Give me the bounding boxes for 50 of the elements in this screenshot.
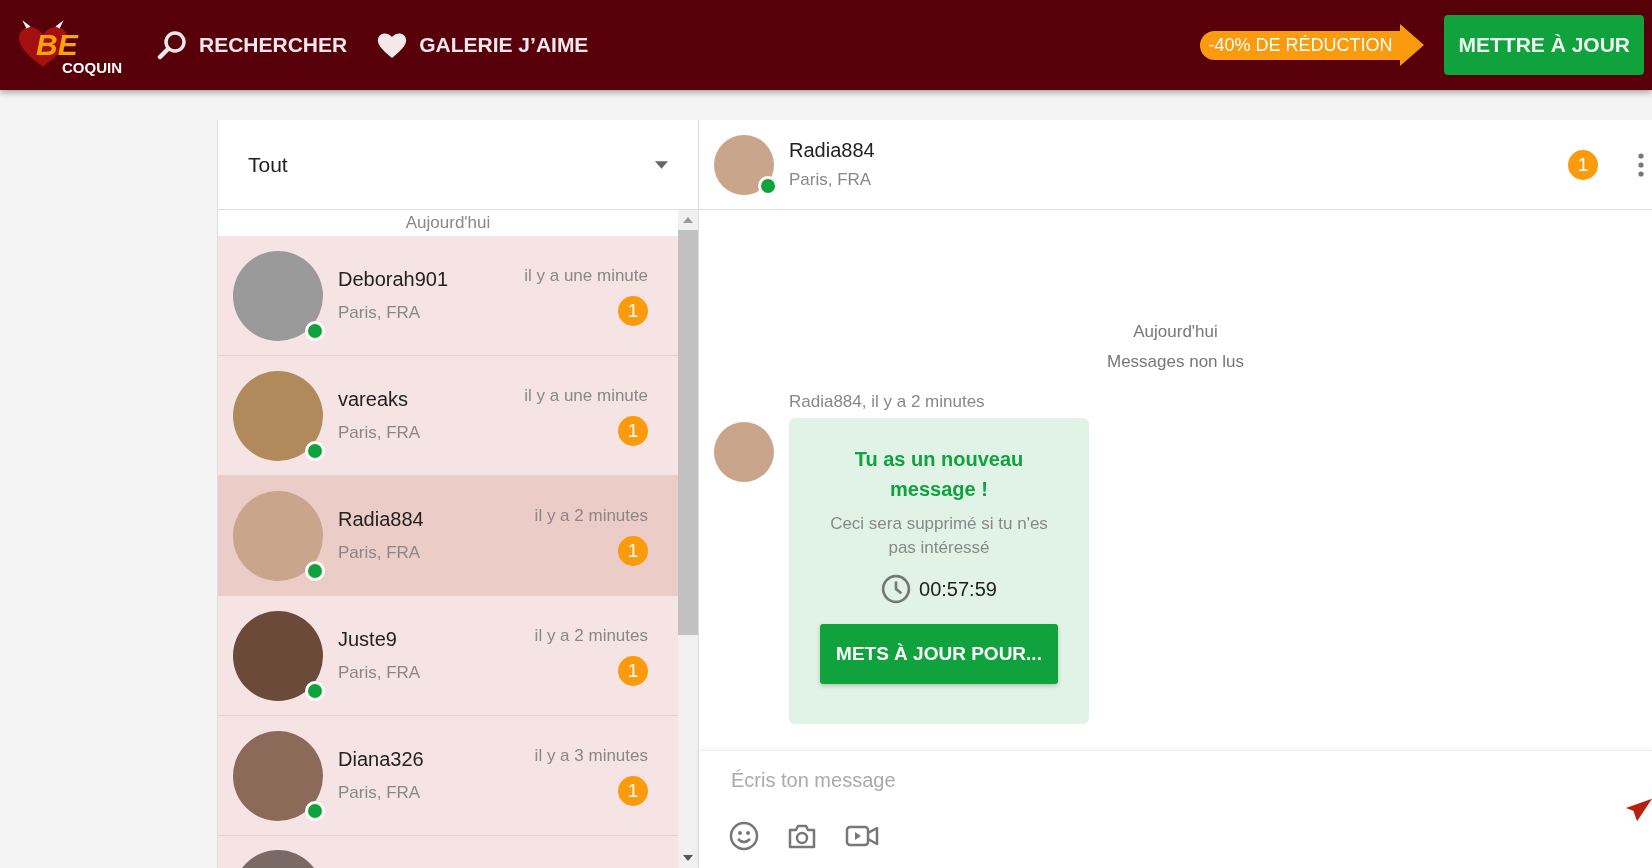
conversation-item[interactable]: Radia884 Paris, FRA il y a 2 minutes 1 (218, 476, 678, 596)
unread-count-badge: 1 (618, 775, 648, 806)
caret-icon (655, 160, 668, 169)
scroll-up-icon[interactable] (683, 217, 693, 223)
message-time: il y a 2 minutes (534, 505, 648, 526)
contact-location: Paris, FRA (338, 543, 422, 563)
contact-name: Deborah901 (338, 268, 449, 291)
contact-name: Diana326 (338, 748, 424, 771)
more-options-icon[interactable] (1638, 152, 1644, 177)
contact-name: Juste9 (338, 628, 398, 651)
unread-count-badge: 1 (618, 535, 648, 566)
contact-location: Paris, FRA (338, 303, 422, 323)
date-label: Aujourd'hui (1132, 322, 1219, 342)
nav-link[interactable]: GALERIE J’AIME (377, 30, 589, 60)
contact-location: Paris, FRA (338, 783, 422, 803)
contact-name: vareaks (338, 388, 410, 411)
message-time: il y a une minute (524, 265, 648, 286)
unread-count-badge: 1 (618, 655, 648, 686)
clock-icon (881, 574, 912, 604)
contact-name: Radia884 (789, 139, 875, 162)
logo-text: BE (36, 30, 78, 60)
message-text: Ceci sera supprimé si tu n'es pas intéressé (829, 513, 1049, 559)
contact-location: Paris, FRA (338, 663, 421, 683)
conversation-item[interactable]: vareaks Paris, FRA il y a une minute 1 (218, 356, 678, 476)
scroll-down-icon[interactable] (683, 855, 693, 861)
conversation-item[interactable]: Juste9 Paris, FRA il y a 2 minutes 1 (218, 596, 678, 716)
message-title: Tu as un nouveau message ! (853, 447, 1025, 502)
filter-dropdown[interactable]: Tout (218, 120, 698, 210)
contact-location: Paris, FRA (338, 423, 421, 443)
date-label: Aujourd'hui (404, 212, 492, 234)
message-meta: Radia884, il y a 2 minutes (789, 392, 986, 412)
emoji-icon[interactable] (729, 821, 759, 851)
contact-name: Radia884 (338, 508, 424, 531)
unread-count-badge: 1 (618, 415, 648, 446)
unread-count-badge: 1 (618, 295, 648, 326)
message-time: il y a 3 minutes (534, 745, 648, 766)
logo-text: COQUIN (62, 60, 122, 75)
unread-count-badge: 1 (1568, 149, 1598, 180)
contact-location: Paris, FRA (789, 170, 873, 190)
unread-divider-label: Messages non lus (1106, 352, 1245, 372)
scrollbar[interactable] (678, 210, 698, 868)
conversation-item[interactable]: Deborah901 Paris, FRA il y a une minute 1 (218, 236, 678, 356)
countdown-timer: 00:57:59 (919, 577, 997, 601)
search-icon (157, 30, 187, 60)
heart-icon (377, 30, 408, 60)
nav-link[interactable]: RECHERCHER (157, 30, 348, 60)
message-time: il y a une minute (524, 385, 648, 406)
conversation-item[interactable]: Diana326 Paris, FRA il y a 3 minutes 1 (218, 716, 678, 836)
message-time: il y a 2 minutes (534, 625, 648, 646)
logo[interactable]: BE COQUIN (8, 10, 123, 80)
